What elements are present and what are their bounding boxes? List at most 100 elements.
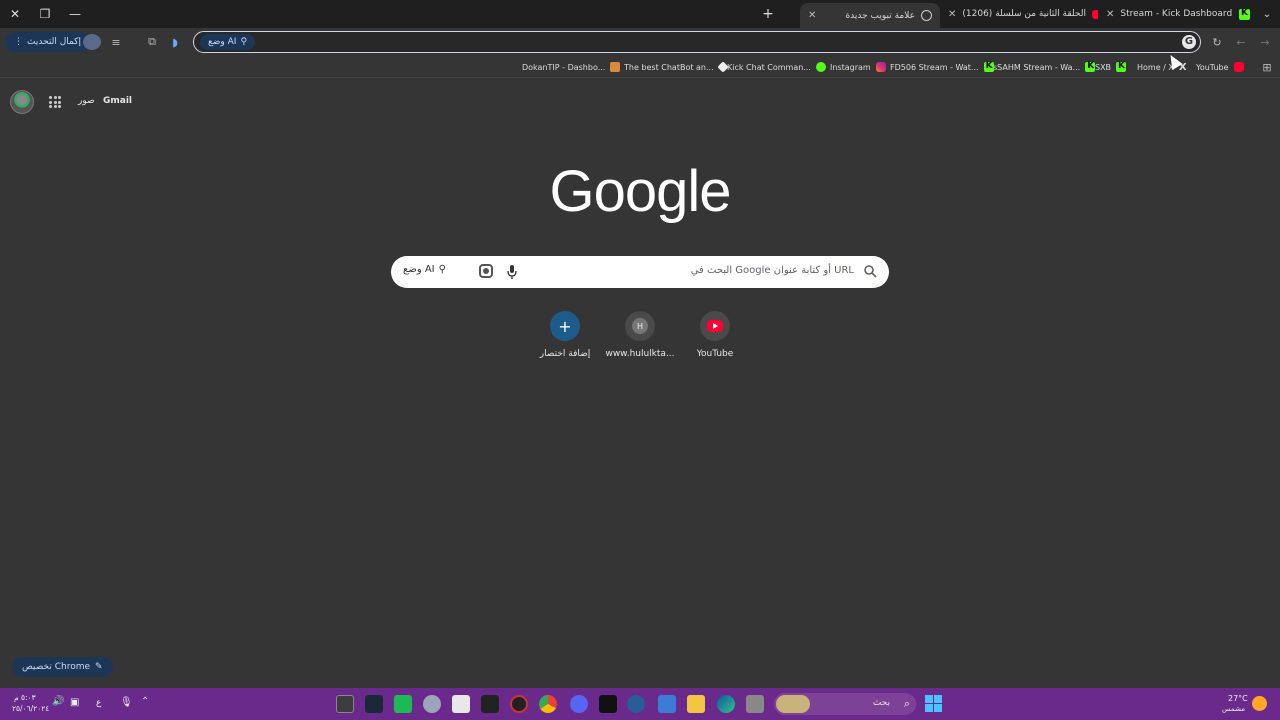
task-view-icon[interactable] <box>746 695 764 713</box>
account-avatar[interactable] <box>10 90 34 114</box>
sun-icon[interactable] <box>1252 696 1267 711</box>
close-window-button[interactable]: ✕ <box>4 4 26 24</box>
xbox-app-icon[interactable] <box>336 695 354 713</box>
bookmarks-bar: ⊞ YouTube Home / X X SXB sSAHM Stream - … <box>0 56 1280 78</box>
diamond-icon <box>716 61 729 73</box>
network-icon[interactable]: ▣ <box>70 697 79 708</box>
shortcut-label: إضافة اختصار <box>539 349 591 359</box>
youtube-icon <box>1233 62 1244 72</box>
search-box[interactable]: وضع AI ⚲ البحث في Google أو كتابة عنوان … <box>391 256 889 288</box>
kick-icon <box>1239 8 1250 20</box>
tab-search-button[interactable]: ⌄ <box>1256 4 1278 24</box>
bookmark-instagram[interactable]: Instagram <box>830 60 886 74</box>
youtube-icon <box>707 320 723 332</box>
search-icon: ⌕ <box>903 697 910 710</box>
reload-icon[interactable]: ↻ <box>1208 34 1226 50</box>
tab-kick-dashboard[interactable]: ✕ Stream - Kick Dashboard <box>1098 3 1258 25</box>
forward-icon[interactable]: ← <box>1232 34 1250 50</box>
sparkle-search-icon: ⚲ <box>438 264 446 275</box>
globe-icon <box>921 10 932 21</box>
google-icon: G <box>1182 35 1196 49</box>
minimize-window-button[interactable]: — <box>64 4 86 24</box>
gmail-link[interactable]: Gmail <box>103 96 132 106</box>
tab-title: (1206) الحلقة الثانية من سلسلة <box>962 9 1086 19</box>
images-link[interactable]: صور <box>78 96 95 106</box>
tab-new-tab[interactable]: ✕ علامة تبويب جديدة <box>800 3 940 28</box>
close-tab-icon[interactable]: ✕ <box>808 10 816 21</box>
tab-youtube-series[interactable]: ✕ (1206) الحلقة الثانية من سلسلة <box>940 3 1098 25</box>
obs-icon[interactable] <box>510 695 528 713</box>
steam-icon[interactable] <box>365 695 383 713</box>
lens-icon[interactable] <box>479 264 493 278</box>
bookmark-fd506[interactable]: FD506 Stream - Wat... <box>890 60 994 74</box>
shield-icon[interactable] <box>658 695 676 713</box>
bookmark-label: Instagram <box>830 62 871 72</box>
edge-icon[interactable] <box>717 695 735 713</box>
file-explorer-icon[interactable] <box>687 695 705 713</box>
settings-icon[interactable] <box>423 695 441 713</box>
chevron-up-icon[interactable]: ⌃ <box>141 696 149 707</box>
bookmark-label: SXB <box>1095 62 1112 72</box>
bookmark-chatbot[interactable]: The best ChatBot an... <box>624 60 729 74</box>
shop-icon <box>610 62 621 72</box>
calculator-icon[interactable] <box>452 695 470 713</box>
close-tab-icon[interactable]: ✕ <box>1106 9 1114 20</box>
more-icon: ⋮ <box>14 37 23 47</box>
microphone-icon[interactable]: 🎙 <box>120 697 133 708</box>
kick-icon <box>983 61 994 72</box>
complete-update-button[interactable]: ⋮ إكمال التحديث <box>5 32 90 52</box>
ai-mode-button[interactable]: وضع AI ⚲ <box>403 264 446 275</box>
media-app-icon[interactable] <box>599 695 617 713</box>
ai-mode-chip[interactable]: وضع AI ⚲ <box>200 34 256 50</box>
bookmark-kick-chat[interactable]: Kick Chat Comman... <box>727 60 826 74</box>
search-highlight-icon <box>776 695 810 713</box>
chrome-icon[interactable] <box>539 695 557 713</box>
close-tab-icon[interactable]: ✕ <box>948 9 956 20</box>
new-tab-button[interactable]: + <box>757 4 779 24</box>
app-blue-icon[interactable] <box>627 695 645 713</box>
customize-label: تخصيص Chrome <box>22 662 91 672</box>
start-windows-icon[interactable] <box>925 695 942 712</box>
sparkle-search-icon: ⚲ <box>240 37 248 47</box>
add-shortcut[interactable]: + إضافة اختصار <box>527 311 603 359</box>
reading-list-icon[interactable]: ≡ <box>107 34 125 50</box>
language-indicator[interactable]: ع <box>96 698 101 708</box>
weather-desc[interactable]: مشمس <box>1222 705 1245 713</box>
pencil-icon: ✎ <box>95 662 103 672</box>
ai-mode-label: وضع AI <box>208 37 237 47</box>
restore-window-button[interactable]: ❐ <box>34 4 56 24</box>
instagram-icon <box>875 62 886 72</box>
epic-games-icon[interactable] <box>481 695 499 713</box>
clock-date[interactable]: ٢٥/٠٦/٢٠٢٤ <box>12 704 49 713</box>
google-apps-icon[interactable] <box>49 96 61 108</box>
mic-icon[interactable] <box>506 264 518 280</box>
shortcut-hululkta[interactable]: H www.hululkta... <box>602 311 678 359</box>
volume-icon[interactable]: 🔊 <box>52 696 64 707</box>
shortcut-youtube[interactable]: YouTube <box>677 311 753 359</box>
shortcut-label: YouTube <box>696 349 734 359</box>
clock-time[interactable]: ٥:٠٣ م <box>14 693 36 702</box>
all-bookmarks-icon[interactable]: ⊞ <box>1258 59 1276 75</box>
address-bar[interactable]: وضع AI ⚲ G <box>193 31 1201 53</box>
ai-mode-label: وضع AI <box>403 264 435 275</box>
profile-avatar-icon[interactable] <box>83 34 101 50</box>
weather-temp[interactable]: 27°C <box>1228 694 1248 703</box>
bookmark-ssahm[interactable]: sSAHM Stream - Wa... <box>993 60 1096 74</box>
customize-chrome-button[interactable]: تخصيص Chrome ✎ <box>12 657 113 677</box>
discord-icon[interactable] <box>570 695 588 713</box>
update-label: إكمال التحديث <box>27 37 81 47</box>
bookmark-dokantip[interactable]: DokanTIP - Dashbo... <box>522 60 621 74</box>
back-icon[interactable]: → <box>1256 34 1274 50</box>
taskbar-search[interactable]: بحث ⌕ <box>774 693 916 715</box>
shortcut-icon: H <box>625 311 655 341</box>
google-logo: Google <box>549 159 731 224</box>
app-green-icon[interactable] <box>394 695 412 713</box>
letter-h-icon: H <box>632 318 648 334</box>
search-input[interactable]: البحث في Google أو كتابة عنوان URL <box>691 265 854 276</box>
bookmark-youtube[interactable]: YouTube <box>1196 60 1244 74</box>
bookmark-sxb[interactable]: SXB <box>1095 60 1127 74</box>
bookmark-label: Kick Chat Comman... <box>727 62 811 72</box>
cast-icon[interactable]: ◗ <box>166 34 184 50</box>
extensions-icon[interactable]: ⧉ <box>143 34 161 50</box>
bookmark-label: YouTube <box>1196 62 1229 72</box>
